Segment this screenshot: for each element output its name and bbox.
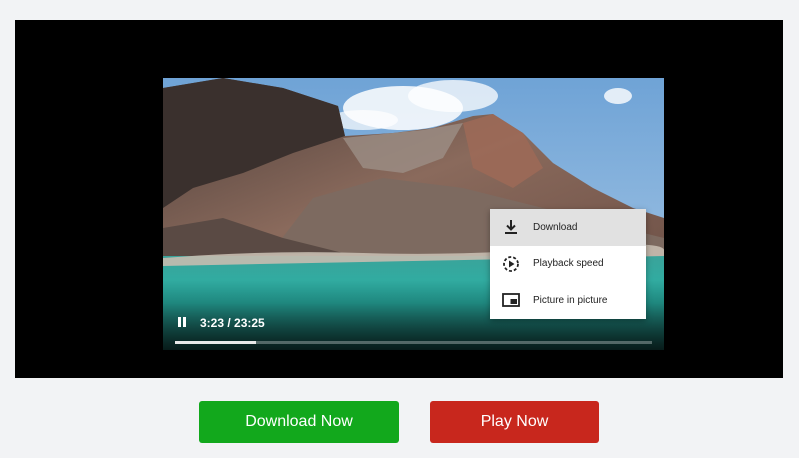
picture-in-picture-icon bbox=[502, 293, 520, 308]
menu-item-picture-in-picture[interactable]: Picture in picture bbox=[490, 282, 646, 319]
download-now-button[interactable]: Download Now bbox=[199, 401, 399, 443]
progress-fill bbox=[175, 341, 257, 344]
time-display: 3:23 / 23:25 bbox=[200, 316, 265, 330]
play-now-button[interactable]: Play Now bbox=[430, 401, 599, 443]
video-player[interactable]: 3:23 / 23:25 Download Playback speed Pic… bbox=[15, 20, 783, 378]
menu-item-download[interactable]: Download bbox=[490, 209, 646, 246]
pause-icon bbox=[178, 317, 181, 327]
player-options-menu: Download Playback speed Picture in pictu… bbox=[490, 209, 646, 319]
menu-item-label: Download bbox=[533, 221, 578, 233]
progress-bar[interactable] bbox=[175, 341, 652, 344]
download-icon bbox=[505, 220, 517, 235]
menu-item-label: Playback speed bbox=[533, 258, 604, 270]
menu-item-label: Picture in picture bbox=[533, 294, 608, 306]
playback-speed-icon bbox=[503, 255, 519, 272]
menu-item-playback-speed[interactable]: Playback speed bbox=[490, 246, 646, 283]
pause-button[interactable] bbox=[175, 315, 189, 329]
